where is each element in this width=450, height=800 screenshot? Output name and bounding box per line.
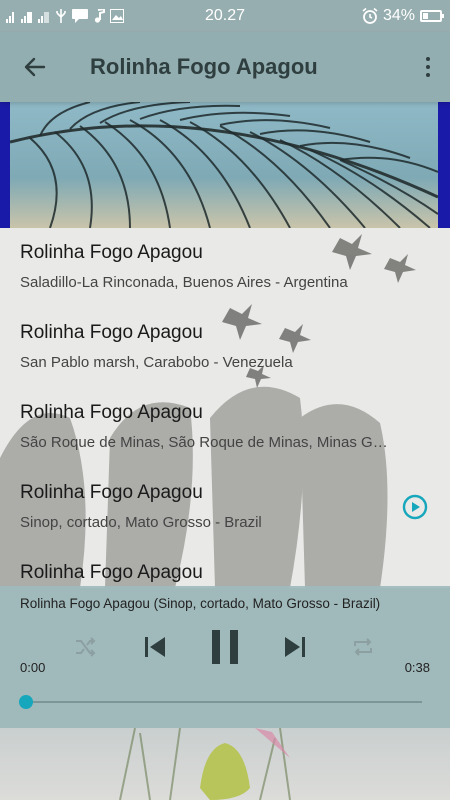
bottom-background-art	[0, 728, 450, 800]
track-title: Rolinha Fogo Apagou	[20, 482, 203, 503]
next-button[interactable]	[278, 630, 312, 664]
repeat-icon	[354, 638, 372, 656]
seek-bar[interactable]	[26, 701, 422, 703]
app-toolbar: Rolinha Fogo Apagou	[0, 32, 450, 102]
track-location: São Roque de Minas, São Roque de Minas, …	[20, 434, 392, 451]
cover-image	[0, 102, 450, 228]
total-time: 0:38	[404, 660, 430, 675]
more-vert-icon	[426, 57, 430, 61]
list-item[interactable]: Rolinha Fogo Apagou Saladillo-La Rincona…	[0, 228, 450, 308]
alarm-icon	[362, 8, 378, 24]
track-title: Rolinha Fogo Apagou	[20, 562, 203, 583]
previous-button[interactable]	[138, 630, 172, 664]
list-item[interactable]: Rolinha Fogo Apagou Sinop, cortado, Mato…	[0, 468, 450, 548]
feather-image	[10, 102, 438, 228]
skip-previous-icon	[145, 637, 165, 657]
status-bar: 20.27 34%	[0, 0, 450, 32]
now-playing-title: Rolinha Fogo Apagou (Sinop, cortado, Mat…	[20, 596, 381, 611]
pause-icon	[212, 630, 238, 664]
track-title: Rolinha Fogo Apagou	[20, 242, 203, 263]
now-playing-icon[interactable]	[402, 494, 428, 520]
shuffle-icon	[76, 637, 96, 657]
seek-thumb[interactable]	[19, 695, 33, 709]
skip-next-icon	[285, 637, 305, 657]
player-panel: Rolinha Fogo Apagou (Sinop, cortado, Mat…	[0, 586, 450, 728]
battery-icon	[420, 10, 444, 22]
current-time: 0:00	[20, 660, 46, 675]
back-button[interactable]	[0, 32, 70, 102]
track-title: Rolinha Fogo Apagou	[20, 402, 203, 423]
track-location: Sinop, cortado, Mato Grosso - Brazil	[20, 514, 262, 531]
track-list: Rolinha Fogo Apagou Saladillo-La Rincona…	[0, 228, 450, 588]
battery-percent: 34%	[382, 7, 415, 24]
page-title: Rolinha Fogo Apagou	[90, 54, 318, 79]
shuffle-button[interactable]	[70, 632, 100, 662]
track-title: Rolinha Fogo Apagou	[20, 322, 203, 343]
list-item[interactable]: Rolinha Fogo Apagou São Roque de Minas, …	[0, 388, 450, 468]
track-location: San Pablo marsh, Carabobo - Venezuela	[20, 354, 293, 371]
pause-button[interactable]	[205, 626, 245, 668]
list-item[interactable]: Rolinha Fogo Apagou San Pablo marsh, Car…	[0, 308, 450, 388]
status-icons-right: 34%	[362, 7, 444, 25]
repeat-button[interactable]	[348, 632, 378, 662]
track-location: Saladillo-La Rinconada, Buenos Aires - A…	[20, 274, 348, 291]
overflow-menu-button[interactable]	[416, 47, 440, 87]
list-item[interactable]: Rolinha Fogo Apagou	[0, 548, 450, 588]
arrow-left-icon	[24, 57, 46, 77]
